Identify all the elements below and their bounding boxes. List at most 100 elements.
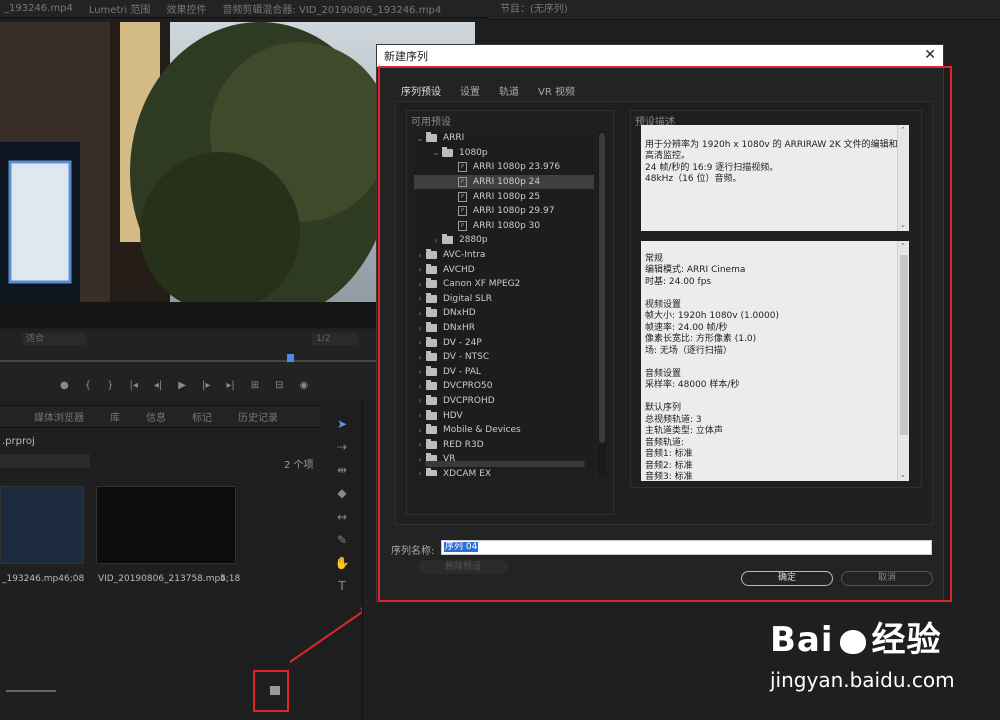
chevron-right-icon[interactable]: › xyxy=(414,469,426,476)
track-select-icon[interactable]: ⇢ xyxy=(333,438,351,455)
preset-tree-row[interactable]: › AVC-Intra xyxy=(414,248,594,263)
zoom-select[interactable]: 适合 xyxy=(22,333,86,345)
dialog-title: 新建序列 xyxy=(384,50,428,63)
tab-tracks[interactable]: 轨道 xyxy=(499,83,519,103)
play-icon[interactable]: ▶ xyxy=(178,380,186,391)
chevron-right-icon[interactable]: › xyxy=(414,265,426,274)
preset-tree-scrollbar[interactable] xyxy=(598,131,606,476)
preset-tree-row[interactable]: › HDV xyxy=(414,408,594,423)
playhead-marker[interactable] xyxy=(287,354,294,362)
preset-tree-row[interactable]: › DV - NTSC xyxy=(414,350,594,365)
preset-tree-row[interactable]: P ARRI 1080p 24 xyxy=(414,174,594,190)
preset-description-text: 用于分辨率为 1920h x 1080v 的 ARRIRAW 2K 文件的编辑和… xyxy=(641,125,909,231)
tab-history[interactable]: 历史记录 xyxy=(238,409,278,424)
clip-thumbnail[interactable] xyxy=(96,486,236,564)
chevron-right-icon[interactable]: › xyxy=(414,382,426,391)
preset-tree-row[interactable]: › DVCPRO50 xyxy=(414,379,594,394)
selection-tool-icon[interactable]: ➤ xyxy=(333,415,351,432)
chevron-right-icon[interactable]: › xyxy=(414,426,426,435)
mark-in-icon[interactable]: { xyxy=(85,380,91,391)
chevron-right-icon[interactable]: › xyxy=(430,236,442,245)
type-icon[interactable]: T xyxy=(333,578,351,595)
preset-tree-row[interactable]: › DNxHD xyxy=(414,306,594,321)
chevron-down-icon[interactable]: ⌄ xyxy=(430,148,442,157)
camera-icon[interactable]: ◉ xyxy=(300,380,309,391)
zoom-slider[interactable] xyxy=(6,690,56,692)
preset-tree-row[interactable]: P ARRI 1080p 30 xyxy=(414,219,594,234)
folder-icon xyxy=(426,336,437,347)
chevron-right-icon[interactable]: › xyxy=(414,309,426,318)
tab-effect-controls[interactable]: 效果控件 xyxy=(166,1,206,16)
tab-settings[interactable]: 设置 xyxy=(460,83,480,103)
preset-tree-row[interactable]: › Digital SLR xyxy=(414,292,594,307)
tab-sequence-presets[interactable]: 序列预设 xyxy=(401,83,441,103)
preset-tree-row[interactable]: › DV - PAL xyxy=(414,365,594,380)
mark-out-icon[interactable]: } xyxy=(107,380,113,391)
preset-tree-row[interactable]: › Mobile & Devices xyxy=(414,423,594,438)
preset-tree-row[interactable]: P ARRI 1080p 25 xyxy=(414,189,594,204)
folder-icon xyxy=(426,380,437,391)
tab-markers[interactable]: 标记 xyxy=(192,409,212,424)
marker-icon[interactable]: ● xyxy=(60,380,69,391)
tab-vr-video[interactable]: VR 视频 xyxy=(538,83,575,103)
chevron-right-icon[interactable]: › xyxy=(414,280,426,289)
chevron-right-icon[interactable]: › xyxy=(414,251,426,260)
go-to-in-icon[interactable]: |◂ xyxy=(129,380,137,391)
chevron-right-icon[interactable]: › xyxy=(414,324,426,333)
overwrite-icon[interactable]: ⊟ xyxy=(275,380,283,391)
step-forward-icon[interactable]: |▸ xyxy=(202,380,210,391)
sequence-name-input[interactable]: 序列 04 xyxy=(441,540,932,555)
tab-lumetri[interactable]: Lumetri 范围 xyxy=(89,1,151,16)
insert-icon[interactable]: ⊞ xyxy=(251,380,259,391)
cancel-button[interactable]: 取消 xyxy=(841,571,933,586)
step-back-icon[interactable]: ◂| xyxy=(154,380,162,391)
preset-tree-label: DVCPRO50 xyxy=(443,381,493,392)
preset-tree-row[interactable]: › Canon XF MPEG2 xyxy=(414,277,594,292)
preset-tree-row[interactable]: › XDCAM EX xyxy=(414,467,594,476)
preset-tree-hscroll[interactable] xyxy=(425,461,585,467)
program-monitor-tab[interactable]: 节目：(无序列) xyxy=(488,0,1000,20)
preset-tree-row[interactable]: › 2880p xyxy=(414,233,594,248)
ok-button[interactable]: 确定 xyxy=(741,571,833,586)
chevron-right-icon[interactable]: › xyxy=(414,338,426,347)
ripple-edit-icon[interactable]: ⇹ xyxy=(333,462,351,479)
preset-tree-row[interactable]: › DNxHR xyxy=(414,321,594,336)
preset-tree-row[interactable]: P ARRI 1080p 29.97 xyxy=(414,204,594,219)
chevron-right-icon[interactable]: › xyxy=(414,353,426,362)
tab-info[interactable]: 信息 xyxy=(146,409,166,424)
details-scrollbar[interactable]: ⌃ ⌄ xyxy=(897,241,909,481)
preset-tree-row[interactable]: › AVCHD xyxy=(414,262,594,277)
preset-tree-row[interactable]: › RED R3D xyxy=(414,437,594,452)
preset-tree-row[interactable]: › DVCPROHD xyxy=(414,394,594,409)
slip-icon[interactable]: ↔ xyxy=(333,508,351,525)
chevron-right-icon[interactable]: › xyxy=(414,367,426,376)
preset-tree-row[interactable]: ⌄ 1080p xyxy=(414,146,594,161)
tab-source-clip[interactable]: _193246.mp4 xyxy=(4,3,73,14)
sequence-name-value: 序列 04 xyxy=(444,542,479,552)
tab-media-browser[interactable]: 媒体浏览器 xyxy=(34,409,84,424)
description-scrollbar[interactable]: ⌃ ⌄ xyxy=(897,125,909,231)
hand-icon[interactable]: ✋ xyxy=(333,555,351,572)
preset-file-icon: P xyxy=(458,177,467,188)
chevron-down-icon[interactable]: ⌄ xyxy=(414,134,426,143)
clip-thumbnail[interactable] xyxy=(0,486,84,564)
delete-preset-button[interactable]: 删除预设 xyxy=(418,560,508,574)
chevron-right-icon[interactable]: › xyxy=(414,440,426,449)
quality-select[interactable]: 1/2 xyxy=(312,333,358,345)
preset-tree-label: RED R3D xyxy=(443,439,484,450)
project-search-input[interactable] xyxy=(0,454,90,468)
preset-file-icon: P xyxy=(458,220,467,231)
tab-audio-mixer[interactable]: 音频剪辑混合器: VID_20190806_193246.mp4 xyxy=(222,1,441,16)
razor-icon[interactable]: ◆ xyxy=(333,485,351,502)
preset-tree-row[interactable]: ⌄ ARRI xyxy=(414,131,594,146)
tab-libraries[interactable]: 库 xyxy=(110,409,120,424)
preset-tree-row[interactable]: P ARRI 1080p 23.976 xyxy=(414,160,594,175)
chevron-right-icon[interactable]: › xyxy=(414,411,426,420)
chevron-right-icon[interactable]: › xyxy=(414,294,426,303)
preset-tree[interactable]: ⌄ ARRI ⌄ 1080p P ARRI 1080p 23.976 P ARRI 1080p… xyxy=(414,131,594,476)
close-icon[interactable]: ✕ xyxy=(924,47,936,63)
chevron-right-icon[interactable]: › xyxy=(414,396,426,405)
preset-tree-row[interactable]: › DV - 24P xyxy=(414,335,594,350)
go-to-out-icon[interactable]: ▸| xyxy=(226,380,234,391)
pen-icon[interactable]: ✎ xyxy=(333,531,351,548)
